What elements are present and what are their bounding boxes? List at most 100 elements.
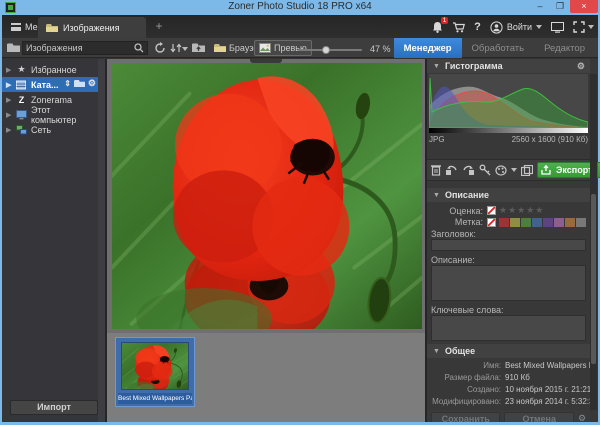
scrollbar-thumb[interactable] [591, 194, 596, 364]
folder-up-button[interactable] [190, 40, 206, 56]
app-frame: Меню Изображения + 1 ? Войти [2, 15, 598, 422]
sidebar-item-favorites[interactable]: ▶ ★ Избранное [2, 62, 98, 77]
preview-pane [107, 59, 425, 333]
path-input[interactable]: Изображения [22, 41, 148, 55]
export-icon [541, 165, 552, 175]
label-swatch[interactable] [510, 218, 520, 227]
app-window: Zoner Photo Studio 18 PRO x64 – ❐ × Меню… [0, 0, 600, 425]
fullscreen-button[interactable] [573, 21, 594, 33]
zoom-slider[interactable] [298, 49, 362, 51]
module-tabs: Менеджер Обработать Редактор [394, 38, 595, 58]
keywords-field-label: Ключевые слова: [431, 305, 504, 315]
sidebar-item-catalog[interactable]: ▶ Ката... ⇕ ⚙ [2, 77, 98, 92]
panel-scrollbar[interactable] [590, 74, 597, 410]
sort-toggle-icon[interactable]: ⇕ [64, 79, 71, 88]
description-section-header[interactable]: ▼ Описание [427, 188, 590, 202]
network-icon [16, 125, 27, 135]
search-icon[interactable] [134, 43, 144, 53]
title-bar: Zoner Photo Studio 18 PRO x64 – ❐ × [0, 0, 600, 15]
zoom-percent: 47 % [370, 44, 391, 54]
created-row: Создано: 10 ноября 2015 г. 21:21:13 [427, 385, 590, 394]
tab-manager[interactable]: Менеджер [394, 38, 462, 58]
image-icon [259, 43, 271, 53]
folder-add-icon[interactable] [74, 79, 85, 88]
menu-tab-bar: Меню Изображения + 1 ? Войти [2, 15, 598, 38]
close-button[interactable]: × [570, 0, 598, 13]
sort-dropdown-icon[interactable] [182, 47, 188, 51]
title-input[interactable] [431, 239, 586, 251]
cart-button[interactable] [452, 22, 465, 33]
histogram-section-header[interactable]: ▼ Гистограмма ⚙ [427, 59, 590, 73]
label-none-checkbox[interactable] [487, 218, 496, 227]
computer-icon [16, 110, 27, 120]
navigation-sidebar: ▶ ★ Избранное ▶ Ката... ⇕ ⚙ [2, 59, 105, 422]
zoom-slider-thumb[interactable] [322, 46, 330, 54]
compare-button[interactable] [521, 162, 533, 178]
maximize-button[interactable]: ❐ [550, 0, 570, 13]
keywords-textarea[interactable] [431, 315, 586, 341]
label-row: Метка: [427, 217, 590, 227]
edit-tool-button[interactable] [495, 162, 507, 178]
actions-toolbar: Экспорт [427, 159, 590, 181]
modified-row: Модифицировано: 23 ноября 2014 г. 5:32:3… [427, 397, 590, 406]
label-swatch[interactable] [532, 218, 542, 227]
histogram-settings-icon[interactable]: ⚙ [577, 61, 585, 72]
label-swatch[interactable] [521, 218, 531, 227]
notifications-button[interactable]: 1 [432, 21, 443, 33]
label-swatch[interactable] [565, 218, 575, 227]
help-button[interactable]: ? [474, 21, 481, 33]
user-icon [490, 21, 503, 34]
image-dimensions: 2560 x 1600 (910 Кб) [512, 135, 588, 144]
filesize-row: Размер файла: 910 Кб [427, 373, 590, 382]
sidebar-scrollbar[interactable] [98, 59, 105, 422]
description-field-label: Описание: [431, 255, 475, 265]
edit-dropdown-icon[interactable] [511, 168, 517, 172]
label-swatch[interactable] [499, 218, 509, 227]
login-button[interactable]: Войти [490, 21, 542, 34]
modified-value: 23 ноября 2014 г. 5:32:38 [505, 397, 590, 406]
display-button[interactable] [551, 22, 564, 33]
thumbnail-caption: Best Mixed Wallpapers Pack #37... [118, 393, 192, 404]
preview-mode-button[interactable]: Превью [254, 40, 312, 56]
new-tab-button[interactable]: + [152, 19, 166, 33]
gear-icon[interactable]: ⚙ [88, 78, 96, 89]
photo-preview[interactable] [112, 63, 422, 329]
tab-images[interactable]: Изображения [38, 17, 146, 38]
hamburger-icon [11, 23, 21, 31]
sidebar-item-network[interactable]: ▶ Сеть [2, 122, 98, 137]
file-format: JPG [429, 135, 445, 144]
rating-stars[interactable]: ★★★★★ [499, 205, 544, 216]
import-button[interactable]: Импорт [10, 400, 98, 415]
cart-icon [452, 22, 465, 33]
sidebar-item-this-computer[interactable]: ▶ Этот компьютер [2, 107, 98, 122]
refresh-button[interactable] [152, 40, 168, 56]
chevron-down-icon [588, 25, 594, 29]
window-title: Zoner Photo Studio 18 PRO x64 [0, 1, 600, 12]
tab-editor[interactable]: Редактор [534, 38, 595, 58]
rating-row: Оценка: ★★★★★ [427, 205, 590, 216]
tab-develop[interactable]: Обработать [462, 38, 535, 58]
general-section-header[interactable]: ▼ Общее [427, 344, 590, 358]
keywords-tool-button[interactable] [479, 162, 491, 178]
star-icon: ★ [16, 64, 27, 75]
notification-badge: 1 [441, 17, 448, 24]
folder-nav-icon[interactable] [5, 40, 21, 56]
delete-button[interactable] [431, 162, 441, 178]
label-swatch[interactable] [554, 218, 564, 227]
minimize-button[interactable]: – [530, 0, 550, 13]
filmstrip: Best Mixed Wallpapers Pack #37... [107, 333, 425, 422]
rotate-right-button[interactable] [462, 162, 475, 178]
file-name-value: Best Mixed Wallpapers Pack #37 [505, 361, 590, 370]
thumbnail-selected[interactable]: Best Mixed Wallpapers Pack #37... [115, 337, 195, 407]
rotate-left-button[interactable] [445, 162, 458, 178]
label-swatch[interactable] [576, 218, 586, 227]
rating-none-checkbox[interactable] [487, 206, 496, 215]
info-panel: ▼ Гистограмма ⚙ JPG 2560 x 1600 (910 Кб) [427, 59, 598, 422]
export-dropdown[interactable] [597, 163, 600, 177]
browser-toolbar: Изображения Браузер Превью [2, 38, 598, 58]
label-swatch[interactable] [543, 218, 553, 227]
folder-icon [46, 23, 58, 33]
file-size-value: 910 Кб [505, 373, 530, 382]
description-textarea[interactable] [431, 265, 586, 301]
created-value: 10 ноября 2015 г. 21:21:13 [505, 385, 590, 394]
